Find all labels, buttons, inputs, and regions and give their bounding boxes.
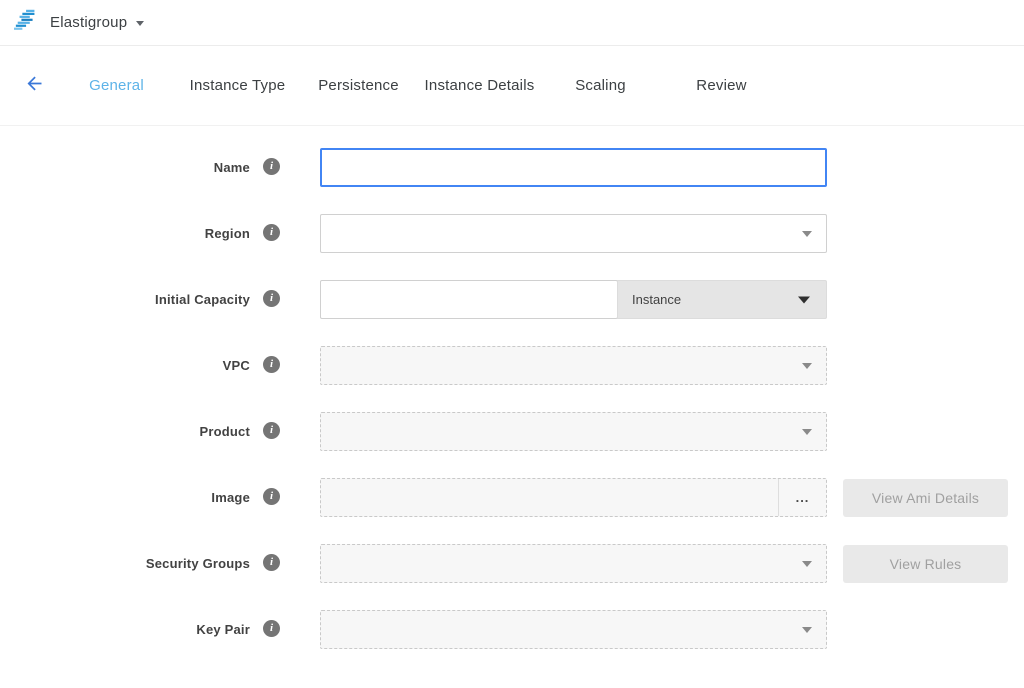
tab-review[interactable]: Review (661, 77, 782, 94)
info-icon[interactable] (263, 554, 280, 571)
arrow-left-icon (24, 73, 45, 99)
tab-instance-type[interactable]: Instance Type (177, 77, 298, 94)
app-switcher[interactable]: Elastigroup (14, 8, 144, 37)
name-label: Name (214, 160, 250, 175)
view-rules-button: View Rules (843, 545, 1008, 583)
initial-capacity-label: Initial Capacity (155, 292, 250, 307)
view-ami-details-button: View Ami Details (843, 479, 1008, 517)
name-input[interactable] (320, 148, 827, 187)
tab-instance-details[interactable]: Instance Details (419, 77, 540, 94)
form-row-region: Region (0, 214, 1024, 253)
form-row-product: Product (0, 412, 1024, 451)
vpc-label: VPC (223, 358, 250, 373)
info-icon[interactable] (263, 158, 280, 175)
form-row-initial-capacity: Initial Capacity Instance (0, 280, 1024, 319)
chevron-down-icon (802, 363, 812, 369)
top-bar: Elastigroup (0, 0, 1024, 46)
elastigroup-logo-icon (14, 8, 40, 37)
tab-persistence[interactable]: Persistence (298, 77, 419, 94)
info-icon[interactable] (263, 488, 280, 505)
region-select[interactable] (320, 214, 827, 253)
chevron-down-icon (802, 231, 812, 237)
image-label: Image (211, 490, 250, 505)
region-label: Region (205, 226, 250, 241)
product-select (320, 412, 827, 451)
key-pair-select (320, 610, 827, 649)
chevron-down-icon (136, 21, 144, 26)
tab-general[interactable]: General (56, 77, 177, 94)
form-row-security-groups: Security Groups View Rules (0, 544, 1024, 583)
security-groups-label: Security Groups (146, 556, 250, 571)
image-input-group: ... (320, 478, 827, 517)
wizard-tab-bar: General Instance Type Persistence Instan… (0, 46, 1024, 126)
initial-capacity-input[interactable] (320, 280, 618, 319)
info-icon[interactable] (263, 224, 280, 241)
info-icon[interactable] (263, 620, 280, 637)
security-groups-select (320, 544, 827, 583)
capacity-unit-select[interactable]: Instance (617, 280, 827, 319)
chevron-down-icon (798, 296, 810, 303)
chevron-down-icon (802, 561, 812, 567)
chevron-down-icon (802, 429, 812, 435)
vpc-select (320, 346, 827, 385)
tab-scaling[interactable]: Scaling (540, 77, 661, 94)
chevron-down-icon (802, 627, 812, 633)
form-row-vpc: VPC (0, 346, 1024, 385)
browse-image-button: ... (778, 479, 826, 516)
back-button[interactable] (22, 74, 46, 98)
product-label: Product (199, 424, 250, 439)
key-pair-label: Key Pair (196, 622, 250, 637)
info-icon[interactable] (263, 356, 280, 373)
form-row-name: Name (0, 148, 1024, 187)
info-icon[interactable] (263, 290, 280, 307)
form-row-key-pair: Key Pair (0, 610, 1024, 649)
app-title: Elastigroup (50, 14, 127, 31)
general-settings-form: Name Region Initial Capacity Instance (0, 126, 1024, 649)
form-row-image: Image ... View Ami Details (0, 478, 1024, 517)
capacity-unit-value: Instance (632, 292, 681, 307)
wizard-tabs: General Instance Type Persistence Instan… (56, 77, 782, 94)
image-input (321, 479, 778, 516)
info-icon[interactable] (263, 422, 280, 439)
